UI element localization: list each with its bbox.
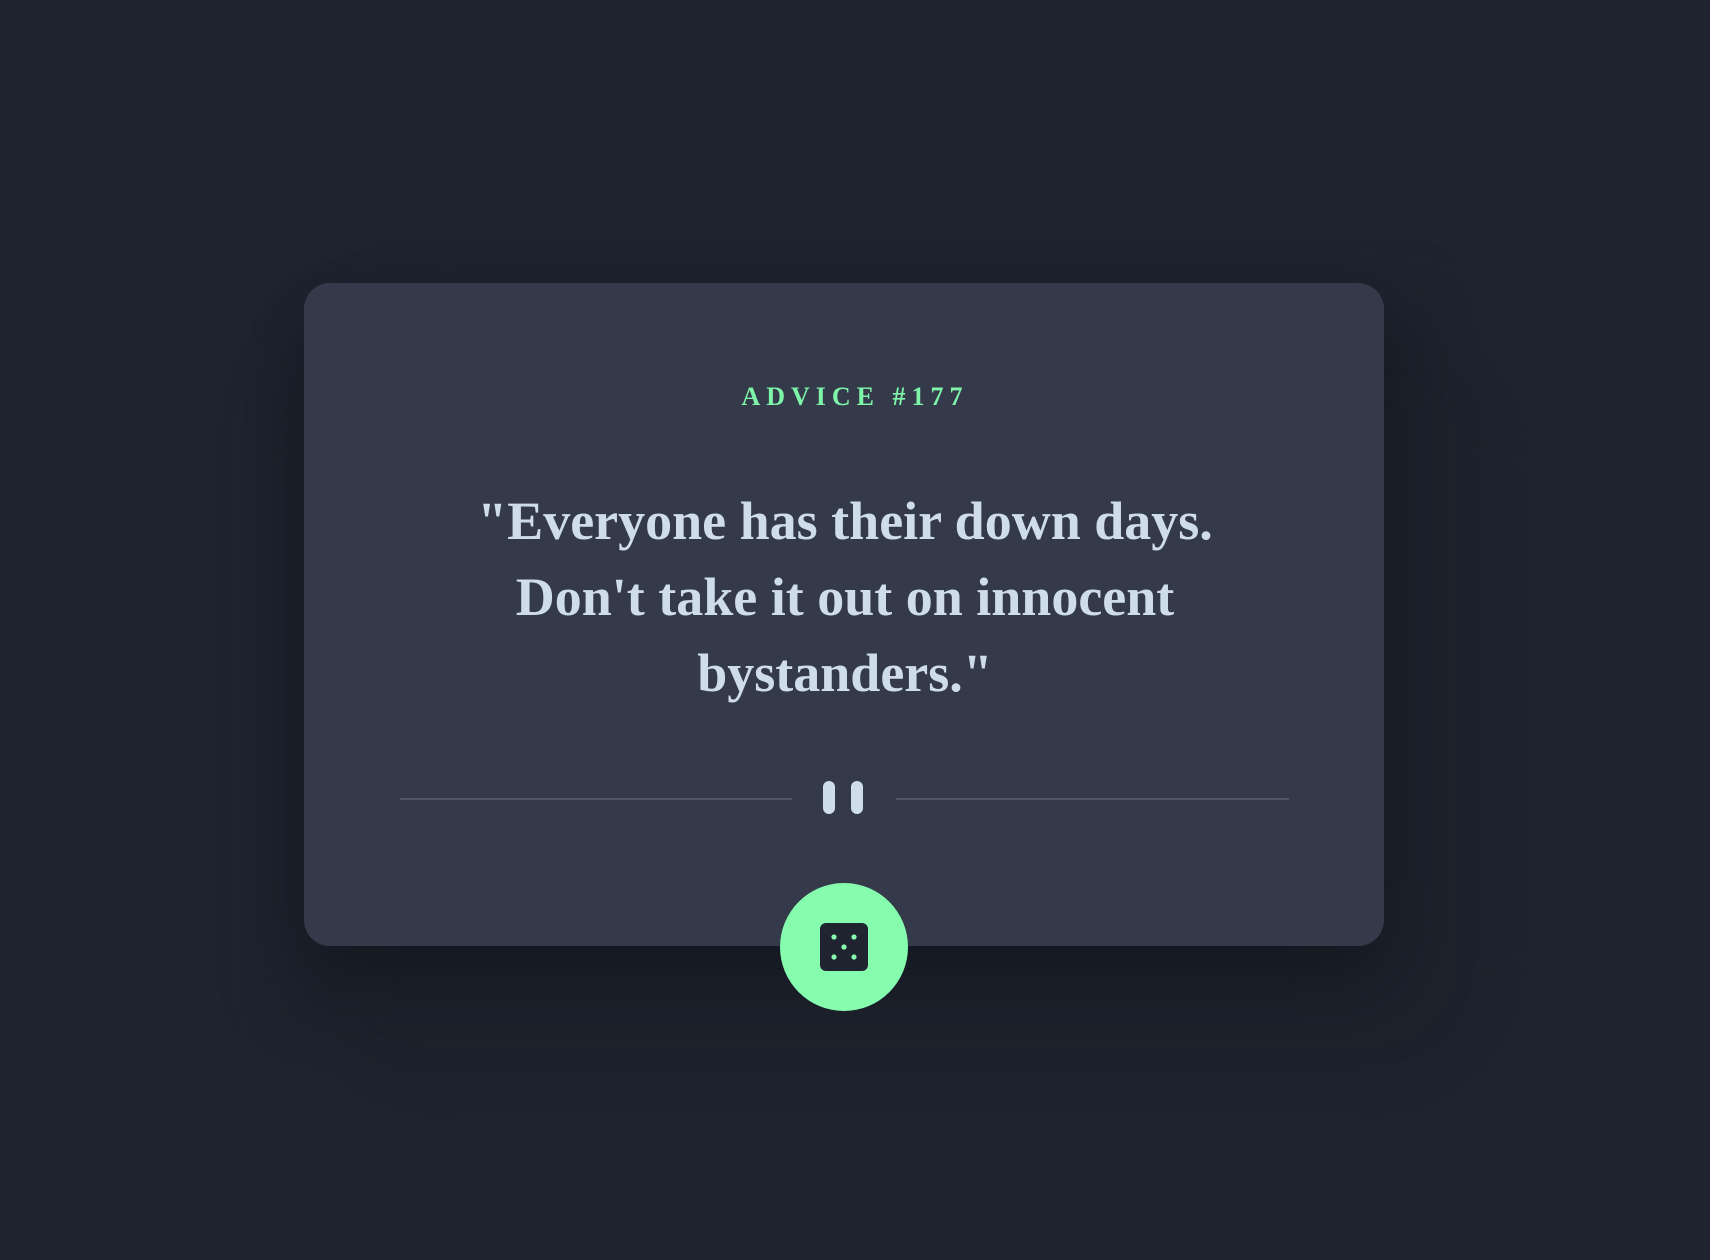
divider-line-right: [896, 798, 1289, 800]
dice-icon: [820, 923, 868, 971]
advice-id-label: ADVICE #177: [741, 382, 969, 411]
new-advice-button[interactable]: [780, 883, 908, 1011]
pause-icon: [823, 781, 835, 814]
advice-quote: "Everyone has their down days. Don't tak…: [477, 491, 1213, 703]
pause-icon-bar: [851, 781, 863, 814]
page: ADVICE #177 "Everyone has their down day…: [0, 0, 1710, 1260]
divider-line-left: [400, 798, 792, 800]
